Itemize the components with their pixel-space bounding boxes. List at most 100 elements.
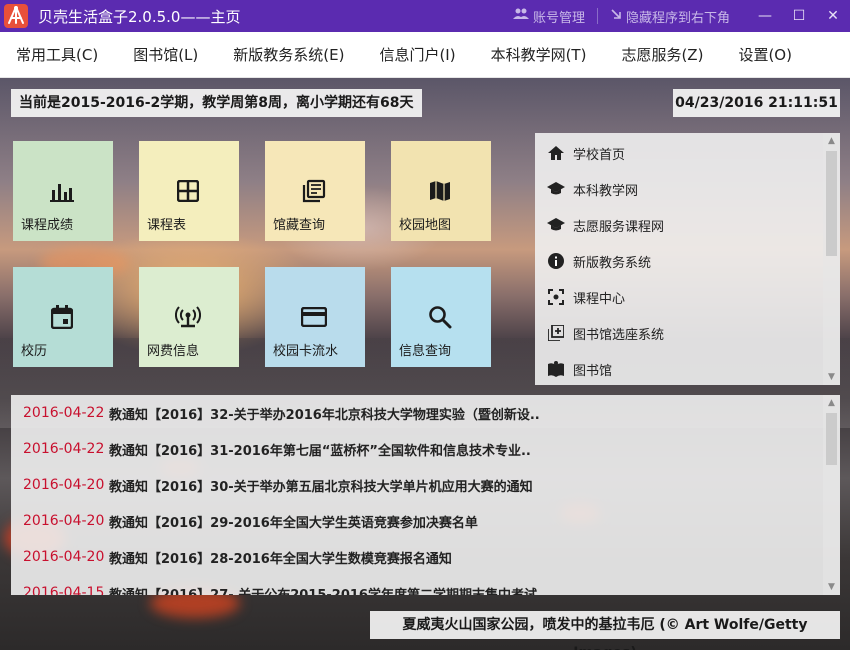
tile-timetable[interactable]: 课程表: [139, 141, 239, 241]
center-focus-icon: [547, 288, 565, 306]
graduation-cap-icon: [547, 216, 565, 234]
link-label: 新版教务系统: [573, 255, 652, 271]
tile-label: 网费信息: [147, 344, 200, 359]
tile-course-grades[interactable]: 课程成绩: [13, 141, 113, 241]
scroll-down-arrow-icon[interactable]: ▼: [823, 579, 840, 595]
tile-label: 课程表: [147, 218, 187, 233]
news-item[interactable]: 2016-04-20 教通知【2016】28-2016年全国大学生数模竞赛报名通…: [11, 539, 821, 575]
tile-label: 校园地图: [399, 218, 452, 233]
hide-to-tray-label: 隐藏程序到右下角: [625, 10, 730, 26]
background-caption: 夏威夷火山国家公园，喷发中的基拉韦厄 (© Art Wolfe/Getty Im…: [370, 611, 840, 650]
tile-label: 校历: [21, 344, 48, 359]
tile-info-query[interactable]: 信息查询: [391, 267, 491, 367]
scrollbar-thumb[interactable]: [826, 151, 837, 256]
account-management-label: 账号管理: [532, 10, 585, 26]
scroll-down-arrow-icon[interactable]: ▼: [823, 369, 840, 385]
search-icon: [426, 303, 454, 331]
table-grid-icon: [174, 177, 202, 205]
minimize-button[interactable]: —: [748, 0, 782, 32]
link-label: 学校首页: [573, 147, 626, 163]
link-academic-system[interactable]: 新版教务系统: [535, 243, 821, 279]
network-icon: [174, 303, 202, 331]
links-scrollbar[interactable]: ▲ ▼: [823, 133, 840, 385]
credit-card-icon: [300, 303, 328, 331]
news-title: 教通知【2016】32-关于举办2016年北京科技大学物理实验（暨创新设..: [109, 407, 540, 423]
graduation-cap-icon: [547, 180, 565, 198]
close-button[interactable]: ✕: [816, 0, 850, 32]
home-icon: [547, 144, 565, 162]
tile-label: 课程成绩: [21, 218, 74, 233]
bar-chart-icon: [48, 177, 76, 205]
menu-teaching-web[interactable]: 本科教学网(T): [481, 32, 598, 78]
news-item[interactable]: 2016-04-22 教通知【2016】31-2016年第七届“蓝桥杯”全国软件…: [11, 431, 821, 467]
menu-info-portal[interactable]: 信息门户(I): [369, 32, 466, 78]
scroll-up-arrow-icon[interactable]: ▲: [823, 133, 840, 149]
news-date: 2016-04-15: [23, 585, 105, 595]
link-school-home[interactable]: 学校首页: [535, 135, 821, 171]
tile-library-search[interactable]: 馆藏查询: [265, 141, 365, 241]
menu-library[interactable]: 图书馆(L): [123, 32, 209, 78]
tile-card-transactions[interactable]: 校园卡流水: [265, 267, 365, 367]
news-item[interactable]: 2016-04-22 教通知【2016】32-关于举办2016年北京科技大学物理…: [11, 395, 821, 431]
add-box-icon: [547, 324, 565, 342]
users-icon: [512, 8, 529, 24]
news-title: 教通知【2016】31-2016年第七届“蓝桥杯”全国软件和信息技术专业..: [109, 443, 531, 459]
menu-tools[interactable]: 常用工具(C): [6, 32, 109, 78]
link-label: 课程中心: [573, 291, 626, 307]
book-icon: [547, 360, 565, 378]
window-title: 贝壳生活盒子2.0.5.0——主页: [38, 7, 241, 26]
link-label: 图书馆选座系统: [573, 327, 665, 343]
close-icon: ✕: [827, 8, 839, 24]
map-icon: [426, 177, 454, 205]
tile-label: 馆藏查询: [273, 218, 326, 233]
news-title: 教通知【2016】27- 关于公布2015-2016学年度第二学期期末集中考试: [109, 587, 537, 596]
news-date: 2016-04-20: [23, 513, 105, 529]
news-title: 教通知【2016】30-关于举办第五届北京科技大学单片机应用大赛的通知: [109, 479, 533, 495]
title-divider: [596, 8, 598, 24]
news-date: 2016-04-22: [23, 405, 105, 421]
tile-label: 校园卡流水: [273, 344, 339, 359]
news-item[interactable]: 2016-04-15 教通知【2016】27- 关于公布2015-2016学年度…: [11, 575, 821, 595]
account-management-button[interactable]: 账号管理: [512, 7, 585, 26]
link-label: 志愿服务课程网: [573, 219, 665, 235]
menu-settings[interactable]: 设置(O): [728, 32, 803, 78]
news-item[interactable]: 2016-04-20 教通知【2016】29-2016年全国大学生英语竞赛参加决…: [11, 503, 821, 539]
link-teaching-web[interactable]: 本科教学网: [535, 171, 821, 207]
maximize-icon: ☐: [792, 8, 806, 24]
arrow-down-right-icon: [610, 8, 622, 24]
tile-campus-map[interactable]: 校园地图: [391, 141, 491, 241]
news-item[interactable]: 2016-04-20 教通知【2016】30-关于举办第五届北京科技大学单片机应…: [11, 467, 821, 503]
info-icon: [547, 252, 565, 270]
link-library[interactable]: 图书馆: [535, 351, 821, 387]
tile-label: 信息查询: [399, 344, 452, 359]
link-label: 图书馆: [573, 363, 613, 379]
title-bar: 贝壳生活盒子2.0.5.0——主页 账号管理 隐藏程序到右下角 — ☐ ✕: [0, 0, 850, 32]
link-volunteer-course[interactable]: 志愿服务课程网: [535, 207, 821, 243]
app-logo-icon: [0, 0, 32, 32]
library-books-icon: [300, 177, 328, 205]
news-title: 教通知【2016】28-2016年全国大学生数模竞赛报名通知: [109, 551, 452, 567]
link-library-seat[interactable]: 图书馆选座系统: [535, 315, 821, 351]
link-label: 本科教学网: [573, 183, 639, 199]
news-date: 2016-04-22: [23, 441, 105, 457]
news-scrollbar[interactable]: ▲ ▼: [823, 395, 840, 595]
hide-to-tray-button[interactable]: 隐藏程序到右下角: [610, 7, 730, 26]
datetime-display: 04/23/2016 21:11:51: [673, 89, 840, 117]
minimize-icon: —: [758, 8, 772, 24]
menu-bar: 常用工具(C) 图书馆(L) 新版教务系统(E) 信息门户(I) 本科教学网(T…: [0, 32, 850, 78]
scroll-up-arrow-icon[interactable]: ▲: [823, 395, 840, 411]
news-date: 2016-04-20: [23, 477, 105, 493]
quick-links-panel: 学校首页 本科教学网 志愿服务课程网 新版教务系统 课程中心 图书馆选座系统 图…: [535, 133, 840, 385]
tile-network-fee[interactable]: 网费信息: [139, 267, 239, 367]
link-course-center[interactable]: 课程中心: [535, 279, 821, 315]
menu-volunteer[interactable]: 志愿服务(Z): [611, 32, 714, 78]
news-panel: 2016-04-22 教通知【2016】32-关于举办2016年北京科技大学物理…: [11, 395, 840, 595]
maximize-button[interactable]: ☐: [782, 0, 816, 32]
menu-academic-system[interactable]: 新版教务系统(E): [223, 32, 355, 78]
news-date: 2016-04-20: [23, 549, 105, 565]
news-title: 教通知【2016】29-2016年全国大学生英语竞赛参加决赛名单: [109, 515, 478, 531]
semester-info: 当前是2015-2016-2学期，教学周第8周，离小学期还有68天: [11, 89, 422, 117]
scrollbar-thumb[interactable]: [826, 413, 837, 465]
calendar-icon: [48, 303, 76, 331]
tile-school-calendar[interactable]: 校历: [13, 267, 113, 367]
